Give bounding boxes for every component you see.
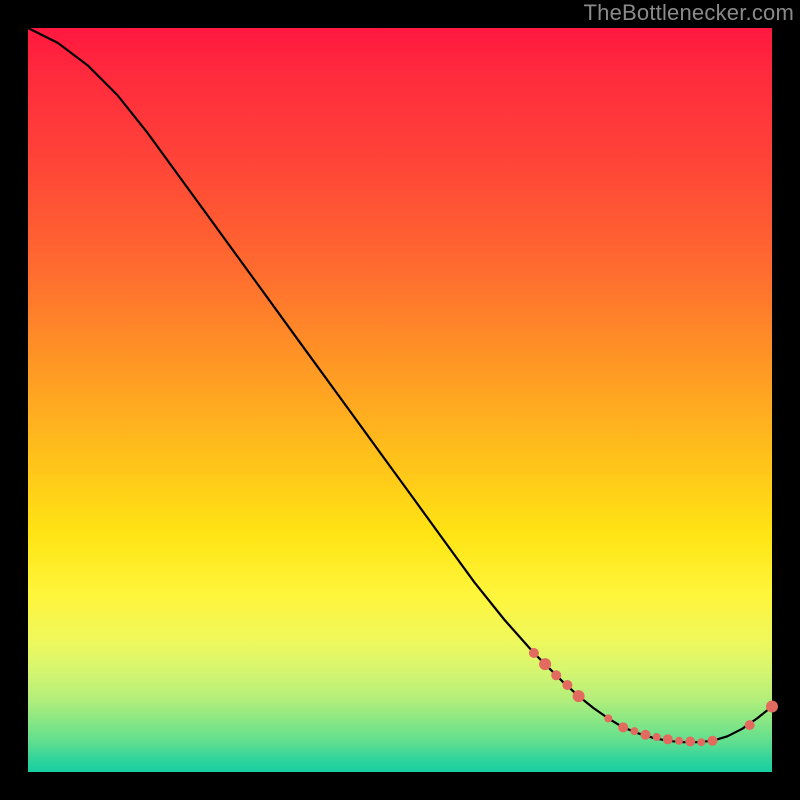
marker-point	[663, 734, 673, 744]
marker-point	[539, 658, 551, 670]
marker-point	[745, 720, 755, 730]
marker-point	[641, 730, 651, 740]
chart-stage: TheBottlenecker.com	[0, 0, 800, 800]
marker-point	[685, 737, 695, 747]
bottleneck-curve	[28, 28, 772, 742]
marker-point	[562, 680, 572, 690]
chart-svg	[28, 28, 772, 772]
marker-point	[604, 714, 612, 722]
marker-point	[551, 670, 561, 680]
marker-point	[697, 738, 705, 746]
marker-point	[766, 701, 778, 713]
watermark-text: TheBottlenecker.com	[584, 0, 794, 26]
marker-group	[529, 648, 778, 747]
marker-point	[675, 737, 683, 745]
marker-point	[708, 736, 718, 746]
marker-point	[653, 733, 661, 741]
marker-point	[630, 727, 638, 735]
marker-point	[573, 690, 585, 702]
marker-point	[529, 648, 539, 658]
plot-area	[28, 28, 772, 772]
marker-point	[618, 722, 628, 732]
